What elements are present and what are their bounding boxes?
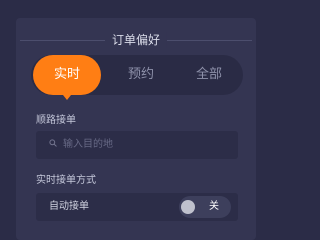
auto-accept-toggle[interactable]: 关 (179, 196, 231, 218)
realtime-mode-label: 实时接单方式 (36, 175, 96, 186)
tab-all[interactable]: 全部 (178, 55, 240, 95)
toggle-state-label: 关 (209, 201, 219, 212)
search-icon (49, 139, 57, 147)
title-row: 订单偏好 (20, 32, 252, 48)
order-preference-screen: 订单偏好 实时 预约 全部 顺路接单 实时接单方式 自动接单 关 (0, 0, 272, 240)
auto-accept-row: 自动接单 关 (36, 193, 238, 221)
tab-reservation[interactable]: 预约 (114, 55, 168, 95)
route-order-label: 顺路接单 (36, 115, 76, 126)
auto-accept-label: 自动接单 (49, 201, 89, 212)
destination-search-box[interactable] (36, 131, 238, 159)
selected-tab-pointer (63, 95, 71, 100)
toggle-knob (181, 200, 195, 214)
dialog-title: 订单偏好 (104, 32, 168, 48)
destination-input[interactable] (63, 136, 233, 154)
tab-realtime[interactable]: 实时 (33, 55, 101, 95)
order-type-tabs: 实时 预约 全部 (31, 55, 243, 95)
